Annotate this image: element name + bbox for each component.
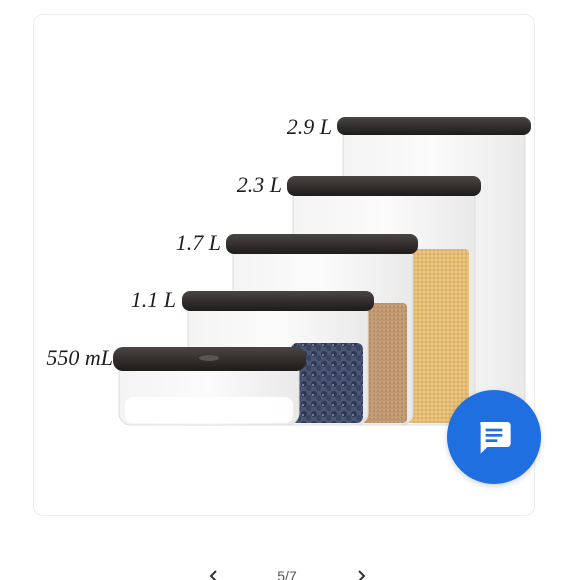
chat-button[interactable] [447, 390, 541, 484]
chat-icon [480, 422, 511, 454]
size-label-1-7l: 1.7 L [176, 230, 221, 255]
chevron-right-icon [358, 570, 366, 580]
size-label-1-1l: 1.1 L [131, 287, 176, 312]
size-label-2-9l: 2.9 L [287, 114, 332, 139]
container-550ml [113, 347, 306, 426]
gallery-pager: 5/7 [0, 560, 580, 580]
next-image-button[interactable] [351, 566, 371, 580]
previous-image-button[interactable] [204, 566, 224, 580]
chevron-left-icon [209, 570, 217, 580]
size-label-550ml: 550 mL [46, 345, 113, 370]
size-label-2-3l: 2.3 L [237, 172, 282, 197]
image-counter: 5/7 [277, 568, 297, 580]
product-image-viewer: 2.9 L 2.3 L 1.7 L 1.1 L 550 mL 5/7 [0, 0, 580, 580]
